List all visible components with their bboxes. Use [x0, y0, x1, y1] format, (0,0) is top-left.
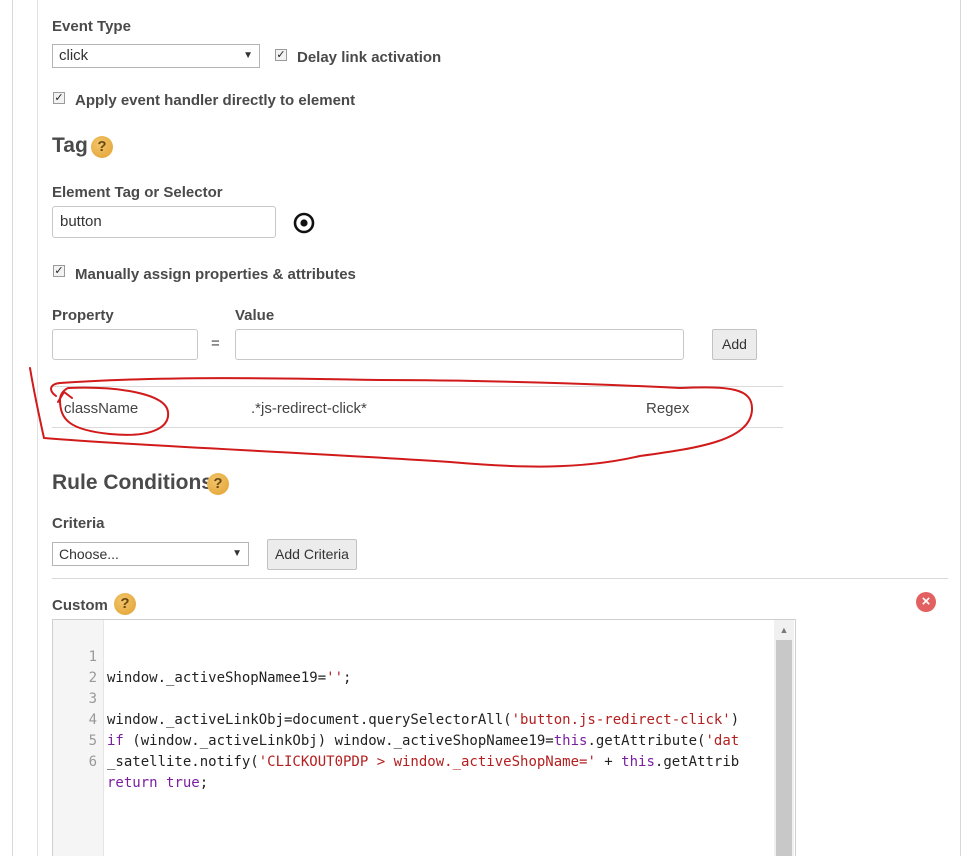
- close-icon[interactable]: ×: [916, 592, 936, 612]
- property-row-type: Regex: [646, 400, 690, 417]
- scrollbar-thumb[interactable]: [776, 640, 792, 856]
- help-icon[interactable]: ?: [114, 593, 136, 615]
- event-type-selected: click: [59, 47, 89, 64]
- property-table-top-divider: [52, 386, 783, 387]
- delay-link-checkbox[interactable]: ✓: [275, 49, 287, 61]
- manual-assign-checkbox[interactable]: ✓: [53, 265, 65, 277]
- value-input[interactable]: [235, 329, 684, 360]
- event-type-label: Event Type: [52, 18, 131, 35]
- frame-right-border: [960, 0, 961, 856]
- frame-inner-border: [37, 0, 38, 856]
- selector-label: Element Tag or Selector: [52, 184, 223, 201]
- annotation-outer-loop: [29, 367, 754, 468]
- custom-label: Custom: [52, 597, 108, 614]
- delay-link-label: Delay link activation: [297, 49, 442, 66]
- criteria-selected: Choose...: [59, 546, 119, 562]
- code-line: 2: [53, 647, 795, 686]
- scroll-up-icon[interactable]: ▲: [776, 623, 792, 637]
- equals-sign: =: [211, 335, 220, 352]
- help-icon[interactable]: ?: [91, 136, 113, 158]
- target-icon[interactable]: [293, 212, 315, 234]
- property-row-name: className: [64, 400, 139, 417]
- property-row-value: .*js-redirect-click*: [251, 400, 367, 417]
- code-text: return true;: [107, 775, 209, 791]
- property-input[interactable]: [52, 329, 198, 360]
- apply-handler-checkbox[interactable]: ✓: [53, 92, 65, 104]
- code-line: 6 return true;: [53, 731, 795, 791]
- code-editor[interactable]: 1 window._activeShopNamee19=''; 2 3 wind…: [52, 619, 796, 856]
- criteria-label: Criteria: [52, 515, 105, 532]
- event-type-select[interactable]: click ▼: [52, 44, 260, 68]
- conditions-divider: [52, 578, 948, 579]
- code-line: 3 window._activeLinkObj=document.querySe…: [53, 668, 795, 728]
- code-line: 5 _satellite.notify('CLICKOUT0PDP > wind…: [53, 710, 795, 770]
- value-label: Value: [235, 307, 275, 324]
- code-line: 4 if (window._activeLinkObj) window._act…: [53, 689, 795, 749]
- code-line: 1 window._activeShopNamee19='';: [53, 626, 795, 686]
- chevron-down-icon: ▼: [232, 548, 242, 559]
- selector-input[interactable]: button: [52, 206, 276, 238]
- apply-handler-label: Apply event handler directly to element: [75, 92, 356, 109]
- tag-title: Tag: [52, 134, 88, 157]
- frame-left-border: [12, 0, 13, 856]
- help-icon[interactable]: ?: [207, 473, 229, 495]
- manual-assign-label: Manually assign properties & attributes: [75, 266, 356, 283]
- line-number: 6: [88, 754, 97, 770]
- property-label: Property: [52, 307, 114, 324]
- chevron-down-icon: ▼: [243, 50, 253, 61]
- add-criteria-button[interactable]: Add Criteria: [267, 539, 357, 570]
- code-text: _satellite.notify('CLICKOUT0PDP > window…: [107, 754, 740, 770]
- rule-conditions-title: Rule Conditions: [52, 471, 213, 494]
- add-property-button[interactable]: Add: [712, 329, 757, 360]
- criteria-select[interactable]: Choose... ▼: [52, 542, 249, 566]
- property-table-bottom-divider: [52, 427, 783, 428]
